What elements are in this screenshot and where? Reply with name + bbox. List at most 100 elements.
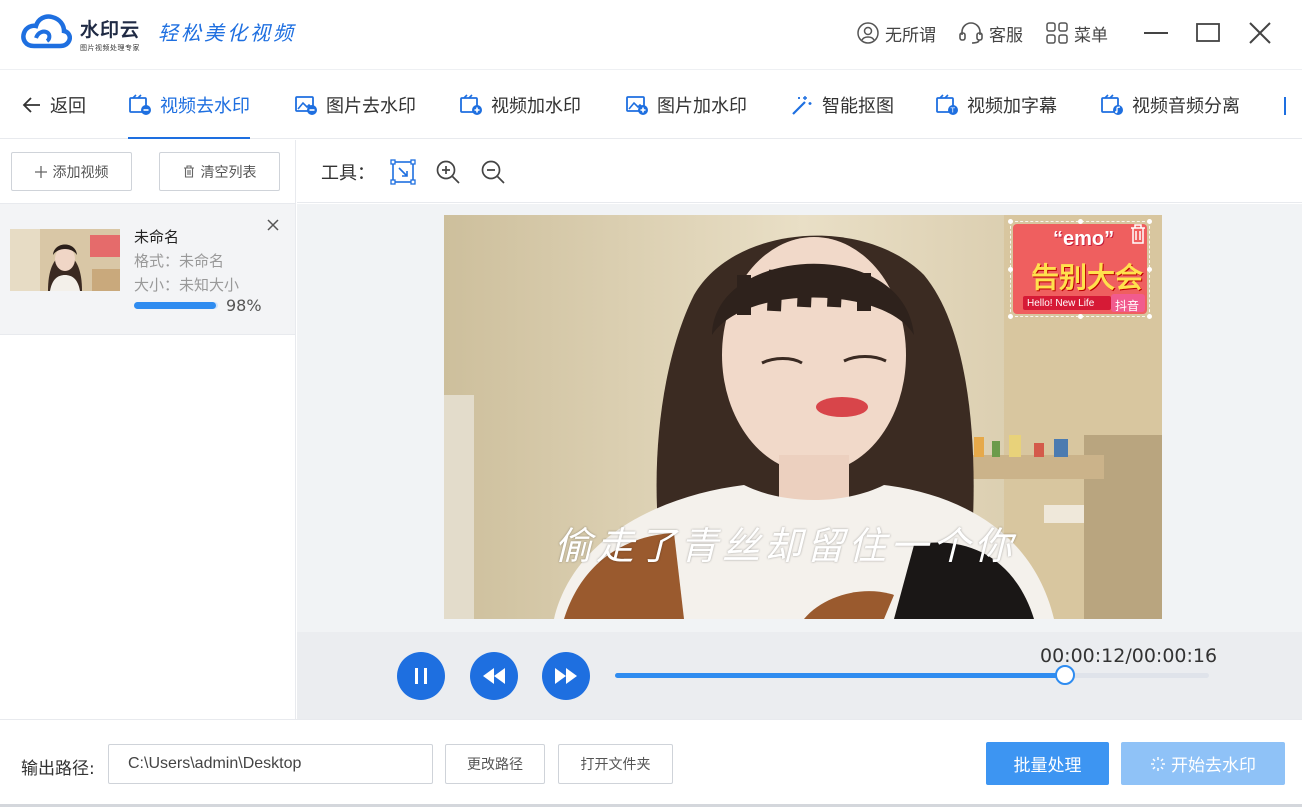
grid-menu-icon <box>1045 21 1069 45</box>
zoom-in-icon <box>435 159 461 185</box>
magic-wand-icon <box>790 94 814 116</box>
tools-bar: 工具： <box>297 140 1302 203</box>
tab-video-remove-watermark[interactable]: 视频去水印 <box>128 71 250 139</box>
player-controls: 00:00:12/00:00:16 <box>297 632 1302 719</box>
remove-file-icon[interactable] <box>264 216 282 234</box>
pause-icon <box>412 667 430 685</box>
minimize-button[interactable] <box>1130 0 1182 66</box>
rewind-button[interactable] <box>470 652 518 700</box>
account-label: 无所谓 <box>885 21 936 46</box>
support-label: 客服 <box>989 21 1023 46</box>
tools-label: 工具： <box>321 159 375 185</box>
back-label: 返回 <box>50 92 86 118</box>
video-subtitle-icon: T <box>935 94 959 116</box>
support-button[interactable]: 客服 <box>958 21 1023 46</box>
slogan: 轻松美化视频 <box>158 17 296 46</box>
batch-process-button[interactable]: 批量处理 <box>986 742 1109 785</box>
tab-label: 智能抠图 <box>822 92 894 118</box>
image-add-icon <box>625 94 649 116</box>
selection-box-icon <box>390 159 416 185</box>
trash-icon <box>183 165 195 178</box>
video-thumbnail <box>10 229 120 291</box>
tab-image-add-watermark[interactable]: 图片加水印 <box>625 71 747 139</box>
watermark-badge-text: 抖音 <box>1115 297 1139 314</box>
file-list-panel: 添加视频 清空列表 未命名 格式：未命名 大小：未知大小 98% <box>0 140 296 719</box>
output-path-field[interactable]: C:\Users\admin\Desktop <box>108 744 433 784</box>
tab-video-add-subtitle[interactable]: T 视频加字幕 <box>935 71 1057 139</box>
video-preview[interactable]: 偷走了青丝却留住一个你 “emo” 告别大会 Hello! New Life 抖… <box>444 215 1162 619</box>
maximize-icon <box>1196 23 1220 43</box>
output-bar: 输出路径: C:\Users\admin\Desktop 更改路径 打开文件夹 … <box>0 719 1302 807</box>
clear-list-button[interactable]: 清空列表 <box>159 152 280 191</box>
resize-handle[interactable] <box>1008 267 1013 272</box>
tab-label: 图片去水印 <box>326 92 416 118</box>
cloud-logo-icon <box>20 12 72 52</box>
image-remove-icon <box>294 94 318 116</box>
zoom-out-icon <box>480 159 506 185</box>
watermark-sub-text: Hello! New Life <box>1027 298 1094 309</box>
resize-handle[interactable] <box>1147 314 1152 319</box>
menu-label: 菜单 <box>1074 21 1108 46</box>
seek-handle[interactable] <box>1055 665 1075 685</box>
fast-forward-button[interactable] <box>542 652 590 700</box>
file-format: 格式：未命名 <box>134 250 224 271</box>
tab-label: 视频加水印 <box>491 92 581 118</box>
resize-handle[interactable] <box>1078 219 1083 224</box>
file-progress-fill <box>134 302 216 309</box>
rewind-icon <box>482 667 506 685</box>
zoom-in-tool[interactable] <box>433 157 463 187</box>
output-path-label: 输出路径: <box>21 754 95 779</box>
playback-time: 00:00:12/00:00:16 <box>1040 645 1217 667</box>
tab-video-audio-split[interactable]: 视频音频分离 <box>1100 71 1240 139</box>
close-icon <box>1249 22 1271 44</box>
start-remove-watermark-button[interactable]: 开始去水印 <box>1121 742 1285 785</box>
account-button[interactable]: 无所谓 <box>856 21 936 46</box>
tab-smart-cutout[interactable]: 智能抠图 <box>790 71 894 139</box>
resize-handle[interactable] <box>1147 219 1152 224</box>
user-icon <box>856 21 880 45</box>
delete-selection-icon[interactable] <box>1129 224 1147 244</box>
minimize-icon <box>1144 31 1168 35</box>
tab-video-add-watermark[interactable]: 视频加水印 <box>459 71 581 139</box>
tab-label: 视频去水印 <box>160 92 250 118</box>
plus-icon <box>35 166 47 178</box>
tab-label: 视频加字幕 <box>967 92 1057 118</box>
tab-label: 图片加水印 <box>657 92 747 118</box>
zoom-out-tool[interactable] <box>478 157 508 187</box>
pause-button[interactable] <box>397 652 445 700</box>
tab-image-remove-watermark[interactable]: 图片去水印 <box>294 71 416 139</box>
file-size: 大小：未知大小 <box>134 274 239 295</box>
back-button[interactable]: 返回 <box>22 71 86 139</box>
resize-handle[interactable] <box>1008 314 1013 319</box>
arrow-left-icon <box>22 96 42 114</box>
close-window-button[interactable] <box>1234 0 1286 66</box>
seek-bar-fill <box>615 673 1066 678</box>
feature-tab-bar: 返回 视频去水印 图片去水印 视频加水印 图片加水印 智能抠图 T 视频加字幕 … <box>0 71 1302 139</box>
resize-handle[interactable] <box>1147 267 1152 272</box>
resize-handle[interactable] <box>1008 219 1013 224</box>
video-subtitle-text: 偷走了青丝却留住一个你 <box>554 515 1016 570</box>
menu-button[interactable]: 菜单 <box>1045 21 1108 46</box>
tab-label: 视频音频分离 <box>1132 92 1240 118</box>
fast-forward-icon <box>554 667 578 685</box>
video-remove-icon <box>128 94 152 116</box>
list-item[interactable]: 未命名 格式：未命名 大小：未知大小 98% <box>0 203 295 335</box>
watermark-main-text: 告别大会 <box>1031 256 1143 296</box>
resize-handle[interactable] <box>1078 314 1083 319</box>
clear-list-label: 清空列表 <box>201 162 257 182</box>
add-video-button[interactable]: 添加视频 <box>11 152 132 191</box>
open-folder-button[interactable]: 打开文件夹 <box>558 744 673 784</box>
maximize-button[interactable] <box>1182 0 1234 66</box>
select-area-tool[interactable] <box>388 157 418 187</box>
seek-bar[interactable] <box>615 673 1209 678</box>
start-label: 开始去水印 <box>1171 751 1256 776</box>
svg-text:T: T <box>950 107 956 115</box>
change-path-button[interactable]: 更改路径 <box>445 744 545 784</box>
file-progress-text: 98% <box>226 296 262 315</box>
spinner-icon <box>1150 756 1166 772</box>
file-name: 未命名 <box>134 226 179 247</box>
watermark-selection-box[interactable]: “emo” 告别大会 Hello! New Life 抖音 <box>1010 221 1150 317</box>
title-actions: 无所谓 客服 菜单 <box>856 0 1302 66</box>
brand-subtitle: 图片视频处理专家 <box>80 43 140 53</box>
tab-scroll-indicator <box>1284 97 1286 115</box>
